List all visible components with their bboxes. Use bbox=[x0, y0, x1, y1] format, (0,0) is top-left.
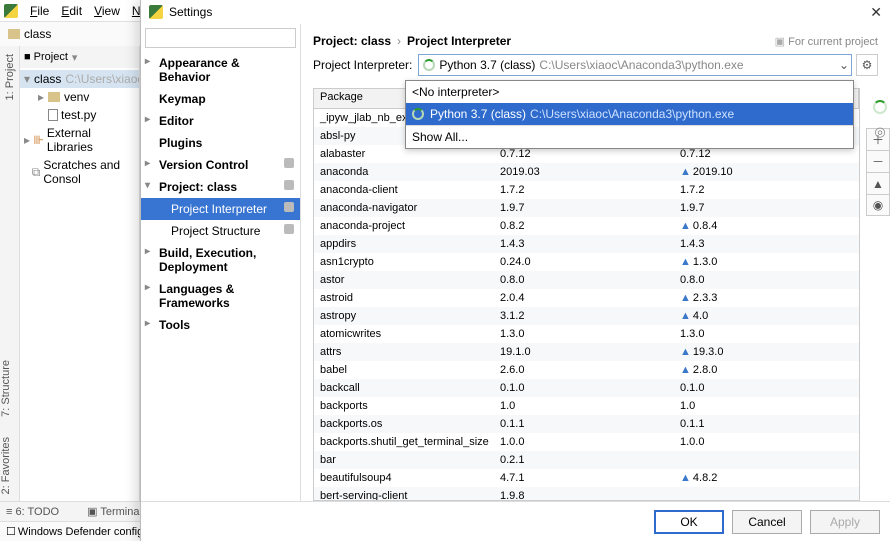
project-tool-button[interactable]: 1: Project bbox=[4, 54, 16, 100]
table-row[interactable]: backcall0.1.00.1.0 bbox=[314, 379, 859, 397]
pycharm-icon bbox=[149, 5, 163, 19]
category-item[interactable]: ▸Appearance & Behavior bbox=[141, 52, 300, 88]
cancel-button[interactable]: Cancel bbox=[732, 510, 802, 534]
table-row[interactable]: backports.shutil_get_terminal_size1.0.01… bbox=[314, 433, 859, 451]
todo-tool-button[interactable]: ≡ 6: TODO bbox=[6, 506, 73, 518]
option-show-all[interactable]: Show All... bbox=[406, 126, 853, 148]
loading-icon bbox=[423, 59, 435, 71]
settings-sidebar: ▸Appearance & BehaviorKeymap▸EditorPlugi… bbox=[141, 24, 301, 501]
breadcrumb-label: class bbox=[24, 27, 51, 41]
category-item[interactable]: Keymap bbox=[141, 88, 300, 110]
settings-breadcrumb: Project: class›Project Interpreter For c… bbox=[301, 24, 890, 54]
search-input[interactable] bbox=[145, 28, 296, 48]
table-row[interactable]: backports1.01.0 bbox=[314, 397, 859, 415]
tree-item[interactable]: ▾classC:\Users\xiaoc\ bbox=[20, 70, 139, 88]
category-item[interactable]: Project Structure bbox=[141, 220, 300, 242]
remove-button[interactable]: － bbox=[866, 150, 890, 172]
interpreter-dropdown: <No interpreter> Python 3.7 (class) C:\U… bbox=[405, 80, 854, 149]
ok-button[interactable]: OK bbox=[654, 510, 724, 534]
menu-view[interactable]: View bbox=[88, 4, 126, 18]
chevron-down-icon: ⌄ bbox=[839, 58, 849, 72]
option-no-interpreter[interactable]: <No interpreter> bbox=[406, 81, 853, 103]
table-row[interactable]: anaconda2019.03▲2019.10 bbox=[314, 163, 859, 181]
watch-icon[interactable]: ◎ bbox=[874, 124, 885, 140]
table-row[interactable]: atomicwrites1.3.01.3.0 bbox=[314, 325, 859, 343]
progress-icon bbox=[873, 100, 887, 114]
category-item[interactable]: ▸Languages & Frameworks bbox=[141, 278, 300, 314]
package-tool-buttons: ＋ － ▲ ◉ bbox=[866, 128, 890, 216]
tree-item[interactable]: test.py bbox=[20, 106, 139, 124]
table-row[interactable]: babel2.6.0▲2.8.0 bbox=[314, 361, 859, 379]
menu-file[interactable]: File bbox=[24, 4, 55, 18]
table-row[interactable]: anaconda-project0.8.2▲0.8.4 bbox=[314, 217, 859, 235]
menu-edit[interactable]: Edit bbox=[55, 4, 88, 18]
status-text: Windows Defender configu bbox=[18, 526, 149, 538]
table-row[interactable]: appdirs1.4.31.4.3 bbox=[314, 235, 859, 253]
upgrade-button[interactable]: ▲ bbox=[866, 172, 890, 194]
apply-button[interactable]: Apply bbox=[810, 510, 880, 534]
category-item[interactable]: Project Interpreter bbox=[141, 198, 300, 220]
for-current-project-label: For current project bbox=[775, 35, 878, 48]
table-row[interactable]: bar0.2.1 bbox=[314, 451, 859, 469]
tree-item[interactable]: ⧉Scratches and Consol bbox=[20, 156, 139, 188]
category-item[interactable]: ▸Build, Execution, Deployment bbox=[141, 242, 300, 278]
dialog-title: Settings bbox=[169, 5, 870, 19]
table-row[interactable]: astor0.8.00.8.0 bbox=[314, 271, 859, 289]
tree-item[interactable]: ▸⊪External Libraries bbox=[20, 124, 139, 156]
interpreter-combo[interactable]: Python 3.7 (class) C:\Users\xiaoc\Anacon… bbox=[418, 54, 852, 76]
category-item[interactable]: ▸Version Control bbox=[141, 154, 300, 176]
dialog-buttons: OK Cancel Apply bbox=[141, 501, 890, 541]
table-row[interactable]: backports.os0.1.10.1.1 bbox=[314, 415, 859, 433]
category-item[interactable]: ▸Tools bbox=[141, 314, 300, 336]
table-row[interactable]: asn1crypto0.24.0▲1.3.0 bbox=[314, 253, 859, 271]
table-row[interactable]: anaconda-client1.7.21.7.2 bbox=[314, 181, 859, 199]
settings-dialog: Settings ✕ ▸Appearance & BehaviorKeymap▸… bbox=[140, 0, 890, 541]
show-button[interactable]: ◉ bbox=[866, 194, 890, 216]
table-row[interactable]: astropy3.1.2▲4.0 bbox=[314, 307, 859, 325]
tree-item[interactable]: ▸venv bbox=[20, 88, 139, 106]
structure-tool-button[interactable]: 7: Structure bbox=[0, 360, 12, 417]
option-python37[interactable]: Python 3.7 (class) C:\Users\xiaoc\Anacon… bbox=[406, 103, 853, 125]
table-row[interactable]: astroid2.0.4▲2.3.3 bbox=[314, 289, 859, 307]
interpreter-label: Project Interpreter: bbox=[313, 58, 412, 72]
favorites-tool-button[interactable]: 2: Favorites bbox=[0, 437, 12, 494]
project-tree-header[interactable]: ■Project▾ bbox=[20, 46, 139, 68]
category-item[interactable]: ▸Editor bbox=[141, 110, 300, 132]
table-row[interactable]: beautifulsoup44.7.1▲4.8.2 bbox=[314, 469, 859, 487]
close-icon[interactable]: ✕ bbox=[870, 4, 882, 21]
category-item[interactable]: Plugins bbox=[141, 132, 300, 154]
table-row[interactable]: bert-serving-client1.9.8 bbox=[314, 487, 859, 500]
table-row[interactable]: attrs19.1.0▲19.3.0 bbox=[314, 343, 859, 361]
table-row[interactable]: anaconda-navigator1.9.71.9.7 bbox=[314, 199, 859, 217]
category-item[interactable]: ▾Project: class bbox=[141, 176, 300, 198]
project-tree: ■Project▾ ▾classC:\Users\xiaoc\▸venvtest… bbox=[20, 46, 140, 501]
pycharm-icon bbox=[4, 4, 18, 18]
loading-icon bbox=[412, 108, 424, 120]
package-table: Package _ipyw_jlab_nb_ext_absl-pyalabast… bbox=[313, 88, 860, 501]
interpreter-settings-button[interactable]: ⚙ bbox=[856, 54, 878, 76]
folder-icon bbox=[8, 29, 20, 39]
